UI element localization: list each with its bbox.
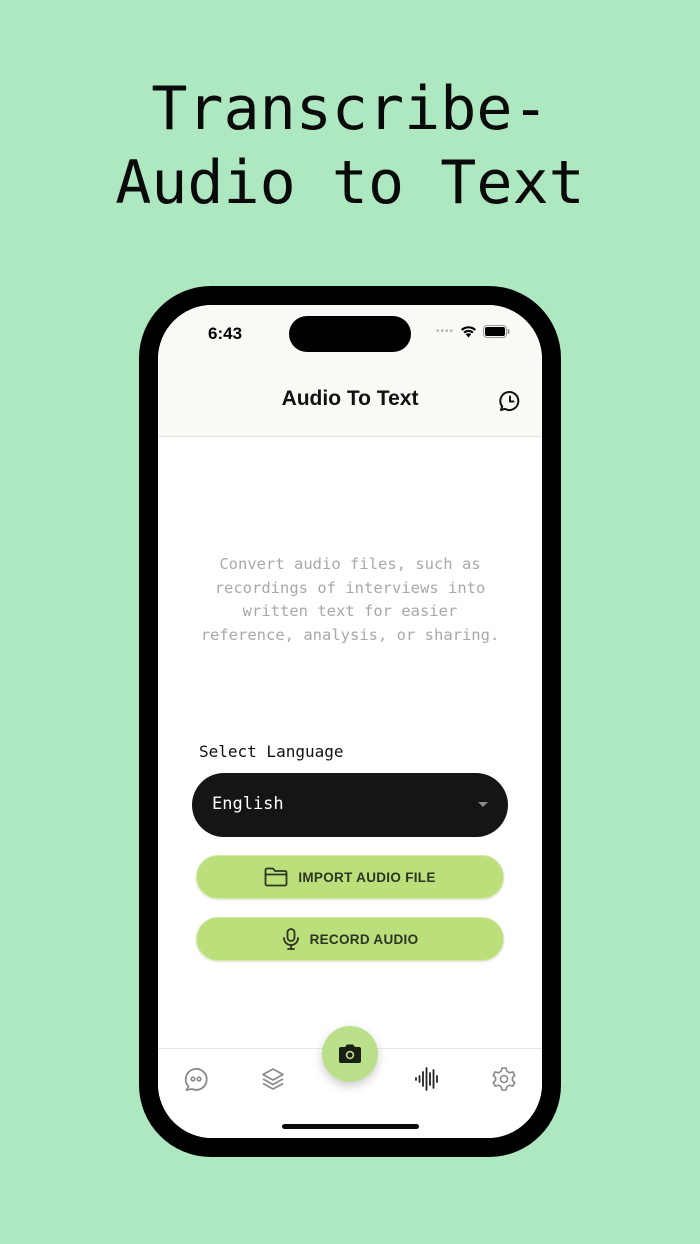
page-title: Audio To Text [281,387,419,410]
language-selected-value: English [212,794,284,814]
chat-icon[interactable] [182,1065,210,1093]
phone-frame: 6:43 •••• Audio To Text Convert audio fi… [139,286,561,1157]
battery-icon [483,325,510,338]
record-audio-button[interactable]: RECORD AUDIO [196,917,504,961]
status-time: 6:43 [208,324,243,343]
app-screen: 6:43 •••• Audio To Text Convert audio fi… [158,305,542,1138]
record-audio-label: RECORD AUDIO [309,931,419,947]
gear-icon[interactable] [490,1065,518,1093]
nav-bar: Audio To Text [158,365,542,437]
microphone-icon [282,928,299,950]
status-icons: •••• [436,325,510,338]
dynamic-island [289,316,411,352]
headline-line-1: Transcribe- [151,74,549,144]
status-bar: 6:43 •••• [158,305,542,365]
headline-line-2: Audio to Text [115,148,585,218]
signal-icon: •••• [435,326,454,337]
folder-icon [264,867,288,887]
chevron-down-icon [478,802,488,807]
import-audio-label: IMPORT AUDIO FILE [298,869,436,885]
promo-headline: Transcribe- Audio to Text [0,72,700,220]
history-icon[interactable] [498,389,522,413]
wifi-icon [461,326,476,338]
language-label: Select Language [199,742,344,761]
home-indicator [282,1124,419,1129]
waveform-icon[interactable] [413,1065,441,1093]
language-select[interactable]: English [192,773,508,837]
layers-icon[interactable] [259,1065,287,1093]
description-text: Convert audio files, such as recordings … [200,555,500,644]
camera-icon [339,1044,361,1063]
import-audio-button[interactable]: IMPORT AUDIO FILE [196,855,504,899]
camera-button[interactable] [322,1026,378,1082]
